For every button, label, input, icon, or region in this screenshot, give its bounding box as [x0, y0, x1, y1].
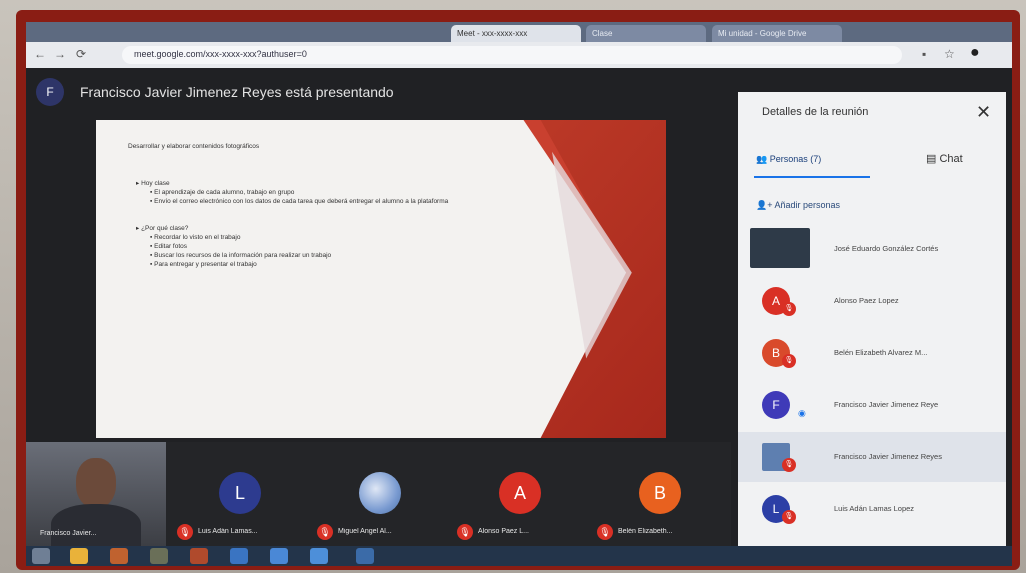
- browser-tab-meet[interactable]: Meet - xxx-xxxx-xxx: [451, 25, 581, 42]
- participant-tile[interactable]: B 🎙 Belén Elizabeth...: [591, 442, 729, 546]
- profile-icon[interactable]: ●: [970, 44, 980, 62]
- slide-bullet: ▪ Envío el correo electrónico con los da…: [150, 198, 449, 205]
- edge-icon[interactable]: [230, 548, 248, 564]
- forward-icon[interactable]: →: [54, 47, 66, 61]
- participant-video-thumb: [750, 228, 810, 268]
- tab-label: Clase: [592, 29, 613, 38]
- people-list-item[interactable]: 🎙 Francisco Javier Jimenez Reyes: [738, 432, 1006, 482]
- mic-off-icon: 🎙: [177, 524, 193, 540]
- participant-name: Luis Adán Lamas Lopez: [834, 504, 915, 513]
- slide-bullet-text: Para entregar y presentar el trabajo: [154, 261, 257, 268]
- slide-bullet-text: Recordar lo visto en el trabajo: [154, 234, 241, 241]
- participant-avatar: A: [499, 472, 541, 514]
- slide-title: Desarrollar y elaborar contenidos fotogr…: [128, 143, 260, 150]
- participant-name: José Eduardo González Cortés: [834, 244, 939, 253]
- browser-tab-drive[interactable]: Mi unidad - Google Drive: [712, 25, 842, 42]
- people-list-item[interactable]: A 🎙 Alonso Paez Lopez: [738, 276, 1006, 326]
- mic-off-icon: 🎙: [457, 524, 473, 540]
- tab-chat[interactable]: ▤ Chat: [926, 152, 963, 165]
- close-icon[interactable]: ✕: [976, 102, 991, 123]
- chrome-icon[interactable]: [70, 548, 88, 564]
- app-icon[interactable]: [190, 548, 208, 564]
- participant-filmstrip: Francisco Javier... L 🎙 Luis Adán Lamas.…: [26, 442, 731, 546]
- slide-bullet: ▪ Recordar lo visto en el trabajo: [150, 234, 241, 241]
- browser-tab-bar: Meet - xxx-xxxx-xxx Clase Mi unidad - Go…: [26, 22, 1012, 42]
- reload-icon[interactable]: ⟳: [76, 47, 86, 61]
- presentation-slide: Desarrollar y elaborar contenidos fotogr…: [96, 120, 666, 438]
- people-list-item[interactable]: L 🎙 Luis Adán Lamas Lopez: [738, 484, 1006, 534]
- browser-tab-clase[interactable]: Clase: [586, 25, 706, 42]
- tab-label: Mi unidad - Google Drive: [718, 29, 807, 38]
- participant-tile[interactable]: 🎙 Miguel Angel Al...: [311, 442, 449, 546]
- presenter-banner: F Francisco Javier Jimenez Reyes está pr…: [36, 78, 736, 108]
- address-bar[interactable]: meet.google.com/xxx-xxxx-xxx?authuser=0: [122, 46, 902, 64]
- people-list-item[interactable]: José Eduardo González Cortés: [738, 224, 1006, 274]
- tab-active-indicator: [754, 176, 870, 178]
- slide-text: Desarrollar y elaborar contenidos fotogr…: [128, 142, 518, 269]
- start-icon[interactable]: [32, 548, 50, 564]
- star-icon[interactable]: ☆: [944, 47, 955, 61]
- participant-name: Alonso Paez Lopez: [834, 296, 899, 305]
- participant-name: Francisco Javier Jimenez Reyes: [834, 452, 942, 461]
- os-taskbar: [26, 546, 1012, 566]
- meeting-details-panel: Detalles de la reunión ✕ 👥 Personas (7) …: [738, 92, 1006, 546]
- add-people-label: Añadir personas: [774, 200, 841, 210]
- app-icon[interactable]: [110, 548, 128, 564]
- panel-title: Detalles de la reunión: [762, 106, 869, 118]
- slide-section-1-label: Hoy clase: [141, 180, 170, 187]
- participant-avatar: [359, 472, 401, 514]
- slide-bullet-text: Envío el correo electrónico con los dato…: [154, 198, 449, 205]
- chrome-icon[interactable]: [310, 548, 328, 564]
- app-icon[interactable]: [270, 548, 288, 564]
- slide-bullet-text: Buscar los recursos de la información pa…: [154, 252, 332, 259]
- add-people-button[interactable]: 👤+ Añadir personas: [756, 200, 840, 211]
- participant-name: Luis Adán Lamas...: [198, 528, 258, 535]
- participant-name: Miguel Angel Al...: [338, 528, 392, 535]
- back-icon[interactable]: ←: [34, 47, 46, 61]
- self-name-label: Francisco Javier...: [40, 530, 97, 537]
- slide-bullet: ▪ Buscar los recursos de la información …: [150, 252, 332, 259]
- participant-avatar: B: [639, 472, 681, 514]
- mic-off-icon: 🎙: [317, 524, 333, 540]
- extension-icon[interactable]: ▪: [922, 47, 926, 61]
- slide-section-2-label: ¿Por qué clase?: [141, 225, 189, 232]
- tab-people-label: Personas (7): [769, 154, 822, 164]
- participant-tile[interactable]: A 🎙 Alonso Paez L...: [451, 442, 589, 546]
- slide-bullet: ▪ Para entregar y presentar el trabajo: [150, 261, 257, 268]
- mic-off-icon: 🎙: [782, 458, 796, 472]
- people-list-item[interactable]: B 🎙 Belén Elizabeth Alvarez M...: [738, 328, 1006, 378]
- self-video-body: [51, 504, 141, 546]
- mic-off-icon: 🎙: [597, 524, 613, 540]
- slide-bullet-text: El aprendizaje de cada alumno, trabajo e…: [154, 189, 295, 196]
- folder-icon[interactable]: [150, 548, 168, 564]
- participant-name: Francisco Javier Jimenez Reye: [834, 400, 939, 409]
- address-text: meet.google.com/xxx-xxxx-xxx?authuser=0: [134, 49, 307, 59]
- browser-toolbar: ← → ⟳ meet.google.com/xxx-xxxx-xxx?authu…: [26, 42, 1012, 68]
- tab-people[interactable]: 👥 Personas (7): [756, 154, 821, 165]
- slide-bullet: ▪ El aprendizaje de cada alumno, trabajo…: [150, 189, 295, 196]
- participant-name: Belén Elizabeth Alvarez M...: [834, 348, 928, 357]
- tab-label: Meet - xxx-xxxx-xxx: [457, 29, 528, 38]
- slide-section-1: ▸ Hoy clase: [136, 180, 170, 187]
- mic-off-icon: 🎙: [782, 302, 796, 316]
- mic-off-icon: 🎙: [782, 354, 796, 368]
- mic-off-icon: 🎙: [782, 510, 796, 524]
- presenter-avatar: F: [36, 78, 64, 106]
- slide-bullet: ▪ Editar fotos: [150, 243, 188, 250]
- self-video-tile[interactable]: Francisco Javier...: [26, 442, 166, 546]
- people-list-item[interactable]: F ◉ Francisco Javier Jimenez Reye: [738, 380, 1006, 430]
- slide-section-2: ▸ ¿Por qué clase?: [136, 225, 189, 232]
- screen: Meet - xxx-xxxx-xxx Clase Mi unidad - Go…: [26, 22, 1012, 566]
- self-video-head: [76, 458, 116, 508]
- participant-name: Belén Elizabeth...: [618, 528, 673, 535]
- tab-chat-label: Chat: [939, 153, 963, 165]
- participant-name: Alonso Paez L...: [478, 528, 529, 535]
- speaking-icon: ◉: [798, 408, 806, 418]
- slide-bullet-text: Editar fotos: [154, 243, 188, 250]
- app-icon[interactable]: [356, 548, 374, 564]
- participant-avatar: F: [762, 391, 790, 419]
- participant-tile[interactable]: L 🎙 Luis Adán Lamas...: [171, 442, 309, 546]
- presenter-text: Francisco Javier Jimenez Reyes está pres…: [80, 84, 394, 100]
- participant-avatar: L: [219, 472, 261, 514]
